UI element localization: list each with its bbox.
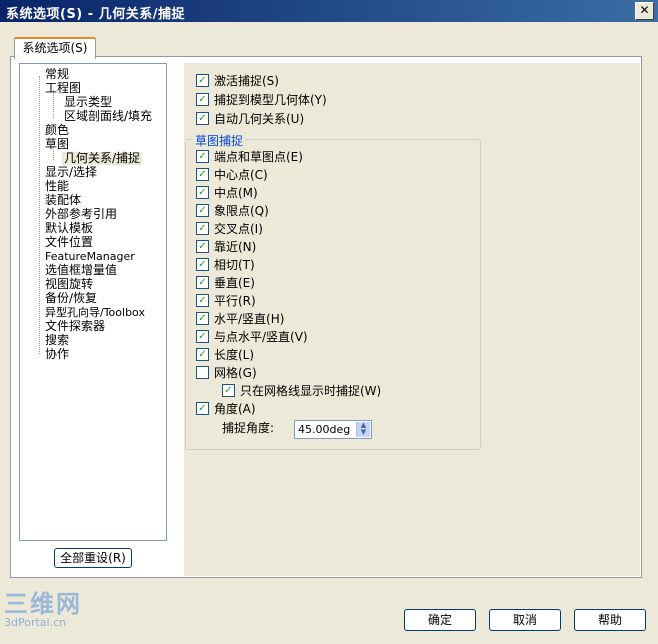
tree-item-general[interactable]: 常规 [45,68,69,81]
tree-item-hole-wizard-toolbox[interactable]: 异型孔向导/Toolbox [45,306,145,319]
checkbox-check-icon: ✓ [196,186,209,199]
tree-item-colors[interactable]: 颜色 [45,124,69,137]
checkbox-check-icon: ✓ [196,348,209,361]
tree-item-performance[interactable]: 性能 [45,180,69,193]
auto-relations-checkbox[interactable]: ✓ 自动几何关系(U) [196,112,304,126]
checkbox-check-icon: ✓ [196,168,209,181]
tree-item-sketch[interactable]: 草图 [45,138,69,151]
checkbox-check-icon: ✓ [196,330,209,343]
checkbox-check-icon: ✓ [196,74,209,87]
tree-item-display-type[interactable]: 显示类型 [64,96,112,109]
checkbox-unchecked-icon [196,366,209,379]
reset-all-button[interactable]: 全部重设(R) [54,548,132,568]
snap-intersection-checkbox[interactable]: ✓ 交叉点(I) [196,222,263,236]
snap-parallel-checkbox[interactable]: ✓ 平行(R) [196,294,256,308]
tree-item-file-locations[interactable]: 文件位置 [45,236,93,249]
snap-midpoint-checkbox[interactable]: ✓ 中点(M) [196,186,258,200]
cancel-button[interactable]: 取消 [489,609,561,631]
tree-item-relations-snaps[interactable]: 几何关系/捕捉 [62,152,143,165]
close-icon: ✕ [639,3,650,17]
close-button[interactable]: ✕ [635,2,654,20]
help-button[interactable]: 帮助 [574,609,646,631]
watermark-logo: 三维网 3dPortal.cn [4,590,82,629]
tree-item-default-templates[interactable]: 默认模板 [45,222,93,235]
enable-snapping-checkbox[interactable]: ✓ 激活捕捉(S) [196,74,279,88]
checkbox-check-icon: ✓ [196,240,209,253]
options-tree[interactable]: 常规 工程图 显示类型 区域剖面线/填充 颜色 草图 几何关系/捕捉 显示/选择… [19,63,167,541]
checkbox-check-icon: ✓ [196,294,209,307]
tree-item-file-explorer[interactable]: 文件探索器 [45,320,105,333]
checkbox-check-icon: ✓ [196,276,209,289]
checkbox-check-icon: ✓ [196,93,209,106]
tree-item-area-hatch[interactable]: 区域剖面线/填充 [64,110,152,123]
snap-only-when-grid-displayed-checkbox[interactable]: ✓ 只在网格线显示时捕捉(W) [222,384,381,398]
ok-button[interactable]: 确定 [404,609,476,631]
tree-item-display-selection[interactable]: 显示/选择 [45,166,97,179]
snap-length-checkbox[interactable]: ✓ 长度(L) [196,348,254,362]
spin-arrows-icon[interactable]: ▲ ▼ [356,422,370,437]
tree-item-spin-box-increments[interactable]: 选值框增量值 [45,264,117,277]
tab-system-options[interactable]: 系统选项(S) [14,37,96,59]
snap-angle-label: 捕捉角度: [222,421,275,435]
snap-tangent-checkbox[interactable]: ✓ 相切(T) [196,258,255,272]
snap-to-model-checkbox[interactable]: ✓ 捕捉到模型几何体(Y) [196,93,327,107]
tree-item-drawings[interactable]: 工程图 [45,82,81,95]
snap-quadrant-checkbox[interactable]: ✓ 象限点(Q) [196,204,269,218]
tree-item-external-references[interactable]: 外部参考引用 [45,208,117,221]
snap-angle-value: 45.00deg [298,423,351,436]
sketch-snaps-group-label: 草图捕捉 [193,132,246,149]
snap-angle-spinbox[interactable]: 45.00deg ▲ ▼ [294,420,372,439]
snap-angle-checkbox[interactable]: ✓ 角度(A) [196,402,256,416]
checkbox-check-icon: ✓ [196,204,209,217]
checkbox-check-icon: ✓ [196,222,209,235]
snap-grid-checkbox[interactable]: 网格(G) [196,366,257,380]
tree-item-collaboration[interactable]: 协作 [45,348,69,361]
window-title: 系统选项(S) - 几何关系/捕捉 [6,7,185,22]
checkbox-check-icon: ✓ [222,384,235,397]
checkbox-check-icon: ✓ [196,402,209,415]
checkbox-check-icon: ✓ [196,258,209,271]
snap-endpoints-checkbox[interactable]: ✓ 端点和草图点(E) [196,150,303,164]
tree-item-search[interactable]: 搜索 [45,334,69,347]
tree-item-assemblies[interactable]: 装配体 [45,194,81,207]
snap-center-checkbox[interactable]: ✓ 中心点(C) [196,168,268,182]
tree-item-view-rotation[interactable]: 视图旋转 [45,278,93,291]
snap-horizontal-vertical-to-points-checkbox[interactable]: ✓ 与点水平/竖直(V) [196,330,308,344]
checkbox-check-icon: ✓ [196,312,209,325]
tree-item-backup-recover[interactable]: 备份/恢复 [45,292,97,305]
tree-item-featuremanager[interactable]: FeatureManager [45,250,135,263]
checkbox-check-icon: ✓ [196,150,209,163]
checkbox-check-icon: ✓ [196,112,209,125]
title-bar: 系统选项(S) - 几何关系/捕捉 ✕ [0,0,658,22]
tree-connector [39,76,40,354]
snap-nearest-checkbox[interactable]: ✓ 靠近(N) [196,240,256,254]
snap-horizontal-vertical-checkbox[interactable]: ✓ 水平/竖直(H) [196,312,284,326]
snap-perpendicular-checkbox[interactable]: ✓ 垂直(E) [196,276,255,290]
